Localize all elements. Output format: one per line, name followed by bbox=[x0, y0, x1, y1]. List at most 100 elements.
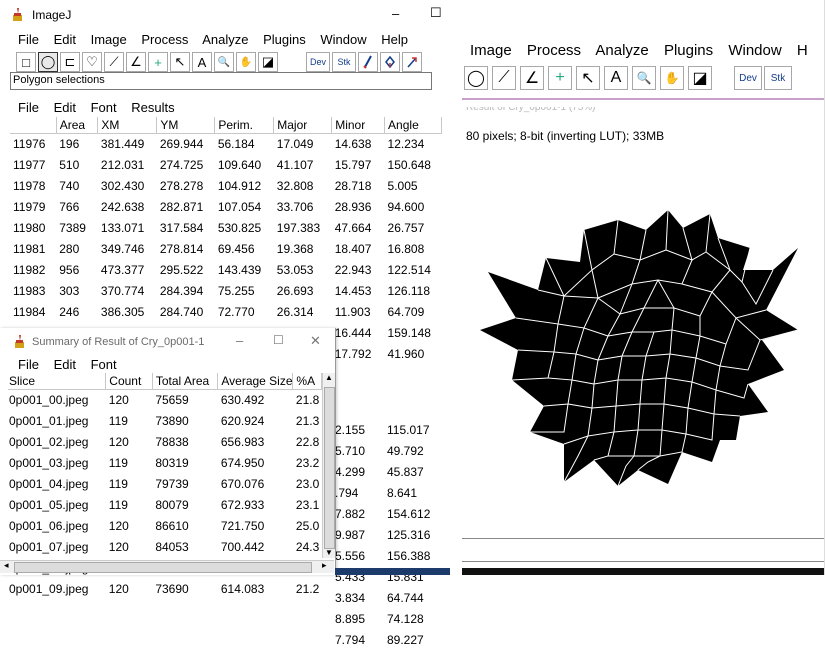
table-cell: 11978 bbox=[13, 179, 46, 193]
summary-menu-edit[interactable]: Edit bbox=[54, 357, 76, 372]
magnifier-tool-icon[interactable]: 🔍 bbox=[632, 66, 656, 90]
results-col-major[interactable]: Major bbox=[273, 117, 333, 134]
summary-col-count[interactable]: Count bbox=[105, 373, 153, 390]
table-row[interactable]: 0p001_06.jpeg 120 86610 721.750 25.0 bbox=[8, 516, 322, 537]
table-row[interactable]: 0p001_07.jpeg 120 84053 700.442 24.3 bbox=[8, 537, 322, 558]
right-menu-plugins[interactable]: Plugins bbox=[664, 42, 713, 59]
arrow-tool-icon[interactable] bbox=[402, 52, 422, 72]
table-row[interactable]: 0p001_02.jpeg 120 78838 656.983 22.8 bbox=[8, 432, 322, 453]
summary-col-average-size[interactable]: Average Size bbox=[217, 373, 294, 390]
table-row[interactable]: 11984 246 386.305 284.740 72.770 26.314 11.903… bbox=[10, 302, 442, 323]
menu-window[interactable]: Window bbox=[320, 32, 366, 47]
dev-menu-button[interactable]: Dev bbox=[306, 52, 330, 72]
dropper-tool-icon[interactable]: ◪ bbox=[688, 66, 712, 90]
table-row[interactable]: 11980 7389 133.071 317.584 530.825 197.383 47.… bbox=[10, 218, 442, 239]
angle-tool-icon[interactable]: ∠ bbox=[126, 52, 146, 72]
results-col-area[interactable]: Area bbox=[56, 117, 99, 134]
table-cell: 284.740 bbox=[159, 305, 204, 319]
menu-help[interactable]: Help bbox=[381, 32, 408, 47]
right-menu-window[interactable]: Window bbox=[728, 42, 781, 59]
menu-file[interactable]: File bbox=[18, 32, 39, 47]
polygon-tool-icon[interactable]: ⊏ bbox=[60, 52, 80, 72]
line-tool-icon[interactable]: ⟋ bbox=[492, 66, 516, 90]
table-cell: 23.1 bbox=[295, 498, 320, 512]
dropper-tool-icon[interactable]: ◪ bbox=[258, 52, 278, 72]
point-tool-icon[interactable]: + bbox=[148, 52, 168, 72]
table-row[interactable]: 0p001_09.jpeg 120 73690 614.083 21.2 bbox=[8, 579, 322, 600]
menu-edit[interactable]: Edit bbox=[54, 32, 76, 47]
rectangle-tool-icon[interactable]: □ bbox=[16, 52, 36, 72]
right-menu-analyze[interactable]: Analyze bbox=[595, 42, 648, 59]
hscrollbar-thumb[interactable] bbox=[14, 562, 312, 573]
results-col-ym[interactable]: YM bbox=[156, 117, 216, 134]
table-cell: 26.693 bbox=[276, 284, 314, 298]
oval-tool-icon[interactable]: ◯ bbox=[464, 66, 488, 90]
results-col-index[interactable] bbox=[10, 117, 57, 134]
scroll-down-icon[interactable]: ▼ bbox=[325, 548, 333, 557]
summary-horizontal-scrollbar[interactable]: ◂ ▸ bbox=[0, 560, 334, 573]
summary-menu-file[interactable]: File bbox=[18, 357, 39, 372]
freehand-tool-icon[interactable]: ♡ bbox=[82, 52, 102, 72]
hand-tool-icon[interactable]: ✋ bbox=[236, 52, 256, 72]
menu-image[interactable]: Image bbox=[91, 32, 127, 47]
summary-col-total-area[interactable]: Total Area bbox=[152, 373, 219, 390]
table-cell: 28.936 bbox=[334, 200, 372, 214]
stk-menu-button[interactable]: Stk bbox=[764, 66, 792, 90]
hand-tool-icon[interactable]: ✋ bbox=[660, 66, 684, 90]
text-tool-icon[interactable]: A bbox=[192, 52, 212, 72]
results-col-xm[interactable]: XM bbox=[97, 117, 158, 134]
results-menu-file[interactable]: File bbox=[18, 100, 39, 115]
summary-minimize-button[interactable]: – bbox=[236, 333, 243, 348]
summary-vertical-scrollbar[interactable]: ▲ ▼ bbox=[322, 373, 335, 558]
summary-close-button[interactable]: ✕ bbox=[310, 333, 321, 349]
table-row[interactable]: 0p001_05.jpeg 119 80079 672.933 23.1 bbox=[8, 495, 322, 516]
menu-process[interactable]: Process bbox=[141, 32, 188, 47]
dev-menu-button[interactable]: Dev bbox=[734, 66, 762, 90]
scroll-right-icon[interactable]: ▸ bbox=[322, 560, 327, 571]
table-row[interactable]: 11976 196 381.449 269.944 56.184 17.049 14.638… bbox=[10, 134, 442, 156]
table-row[interactable]: 11983 303 370.774 284.394 75.255 26.693 14.453… bbox=[10, 281, 442, 302]
table-row[interactable]: 0p001_04.jpeg 119 79739 670.076 23.0 bbox=[8, 474, 322, 495]
brush-tool-icon[interactable] bbox=[358, 52, 378, 72]
scrollbar-thumb[interactable] bbox=[324, 387, 335, 549]
minimize-button[interactable]: – bbox=[392, 6, 399, 21]
maximize-button[interactable]: ☐ bbox=[430, 5, 442, 21]
right-menu-image[interactable]: Image bbox=[470, 42, 512, 59]
magnifier-tool-icon[interactable]: 🔍 bbox=[214, 52, 234, 72]
table-row[interactable]: 11981 280 349.746 278.814 69.456 19.368 18.407… bbox=[10, 239, 442, 260]
results-col-minor[interactable]: Minor bbox=[331, 117, 386, 134]
summary-menu-font[interactable]: Font bbox=[91, 357, 117, 372]
table-row[interactable]: 0p001_01.jpeg 119 73890 620.924 21.3 bbox=[8, 411, 322, 432]
wand-tool-icon[interactable]: ↖ bbox=[576, 66, 600, 90]
summary-col-percent-area[interactable]: %A bbox=[292, 373, 322, 390]
summary-col-slice[interactable]: Slice bbox=[8, 373, 107, 390]
summary-maximize-button[interactable]: ☐ bbox=[273, 333, 284, 347]
table-row[interactable]: 0p001_00.jpeg 120 75659 630.492 21.8 bbox=[8, 390, 322, 412]
point-tool-icon[interactable]: + bbox=[548, 66, 572, 90]
right-menu-help[interactable]: H bbox=[797, 42, 808, 59]
angle-tool-icon[interactable]: ∠ bbox=[520, 66, 544, 90]
results-col-angle[interactable]: Angle bbox=[384, 117, 442, 134]
results-col-perim[interactable]: Perim. bbox=[214, 117, 275, 134]
oval-tool-icon[interactable]: ◯ bbox=[38, 52, 58, 72]
table-row[interactable]: 11977 510 212.031 274.725 109.640 41.107 15.79… bbox=[10, 155, 442, 176]
table-row[interactable]: 11982 956 473.377 295.522 143.439 53.053 22.94… bbox=[10, 260, 442, 281]
scroll-left-icon[interactable]: ◂ bbox=[4, 560, 9, 571]
table-row[interactable]: 11979 766 242.638 282.871 107.054 33.706 28.93… bbox=[10, 197, 442, 218]
partial-row: 5.556 156.388 bbox=[335, 546, 445, 567]
flood-fill-tool-icon[interactable] bbox=[380, 52, 400, 72]
table-row[interactable]: 11978 740 302.430 278.278 104.912 32.808 28.71… bbox=[10, 176, 442, 197]
text-tool-icon[interactable]: A bbox=[604, 66, 628, 90]
menu-analyze[interactable]: Analyze bbox=[202, 32, 248, 47]
stk-menu-button[interactable]: Stk bbox=[332, 52, 356, 72]
results-menu-edit[interactable]: Edit bbox=[54, 100, 76, 115]
results-menu-results[interactable]: Results bbox=[131, 100, 174, 115]
line-tool-icon[interactable]: ⟋ bbox=[104, 52, 124, 72]
wand-tool-icon[interactable]: ↖ bbox=[170, 52, 190, 72]
table-row[interactable]: 0p001_03.jpeg 119 80319 674.950 23.2 bbox=[8, 453, 322, 474]
right-menu-process[interactable]: Process bbox=[527, 42, 581, 59]
table-cell: 0p001_09.jpeg bbox=[9, 582, 89, 596]
menu-plugins[interactable]: Plugins bbox=[263, 32, 306, 47]
scroll-up-icon[interactable]: ▲ bbox=[325, 373, 333, 382]
results-menu-font[interactable]: Font bbox=[91, 100, 117, 115]
